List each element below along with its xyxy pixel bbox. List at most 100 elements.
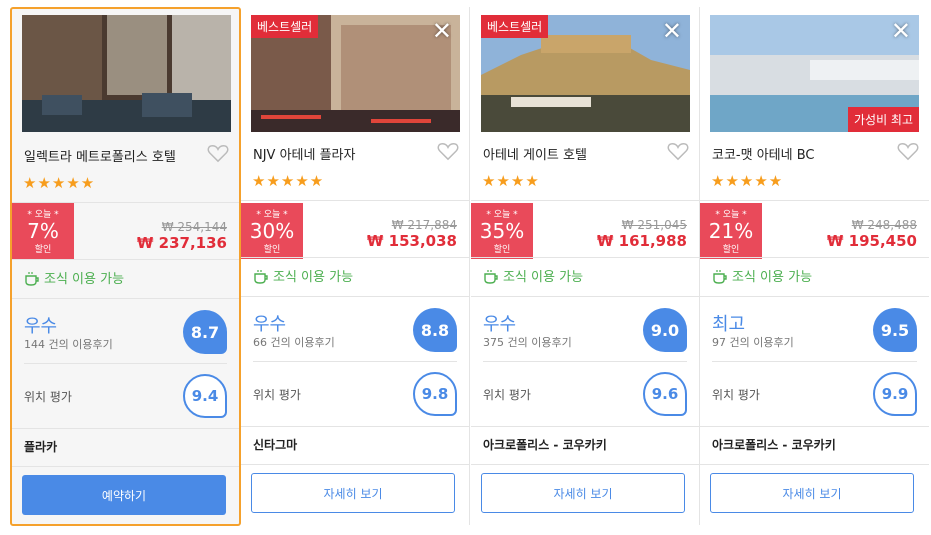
divider [12,259,239,260]
review-count[interactable]: 66 건의 이용후기 [253,334,335,350]
location-score: 9.6 [643,372,687,416]
neighborhood: 아크로폴리스 - 코우카키 [483,438,607,452]
hotel-card[interactable]: 베스트셀러 ✕ 아테네 게이트 호텔 ★★★★ * 오늘 * 35% 할인 ₩ … [471,7,700,525]
star-rating: ★★★★★ [252,172,325,190]
hotel-photo[interactable] [22,15,231,132]
close-icon[interactable]: ✕ [891,19,911,43]
hotel-photo[interactable]: 베스트셀러 ✕ [251,15,460,132]
neighborhood: 신타그마 [253,438,298,452]
discount-badge: * 오늘 * 21% 할인 [700,203,762,259]
breakfast-label: 조식 이용 가능 [503,270,584,285]
divider [700,296,929,297]
hotel-comparison: 일렉트라 메트로폴리스 호텔 ★★★★★ * 오늘 * 7% 할인 ₩ 254,… [0,0,931,535]
discount-badge: * 오늘 * 7% 할인 [12,203,74,259]
breakfast-info: 조식 이용 가능 [253,266,353,285]
original-price: ₩ 248,488 [851,218,917,232]
coffee-cup-icon [25,271,39,286]
deal-off-label: 할인 [34,245,52,255]
hotel-photo[interactable]: 베스트셀러 ✕ [481,15,690,132]
breakfast-label: 조식 이용 가능 [732,270,813,285]
divider [471,257,699,258]
divider [241,296,469,297]
divider [24,363,227,364]
hotel-photo[interactable]: ✕ 가성비 최고 [710,15,919,132]
divider [700,464,929,465]
bestseller-badge: 베스트셀러 [481,15,549,38]
favorite-heart-icon[interactable] [437,141,459,161]
rating-word: 우수 [253,314,287,335]
review-score: 8.7 [183,310,227,354]
deal-percent: 35% [479,219,525,243]
sale-price: ₩ 153,038 [366,232,457,250]
star-rating: ★★★★ [482,172,540,190]
favorite-heart-icon[interactable] [207,143,229,163]
review-count[interactable]: 144 건의 이용후기 [24,336,113,352]
hotel-card[interactable]: 베스트셀러 ✕ NJV 아테네 플라자 ★★★★★ * 오늘 * 30% 할인 … [241,7,470,525]
rating-word: 최고 [712,314,746,335]
book-button[interactable]: 예약하기 [22,475,226,515]
breakfast-info: 조식 이용 가능 [712,266,812,285]
location-score: 9.8 [413,372,457,416]
divider [12,298,239,299]
location-rating-label: 위치 평가 [712,388,760,402]
favorite-heart-icon[interactable] [667,141,689,161]
neighborhood: 플라카 [24,440,58,454]
divider [471,200,699,201]
deal-off-label: 할인 [493,245,511,255]
location-rating-label: 위치 평가 [483,388,531,402]
divider [12,428,239,429]
coffee-cup-icon [713,269,727,284]
location-score: 9.4 [183,374,227,418]
coffee-cup-icon [254,269,268,284]
neighborhood: 아크로폴리스 - 코우카키 [712,438,836,452]
divider [471,464,699,465]
review-score: 9.0 [643,308,687,352]
close-icon[interactable]: ✕ [662,19,682,43]
deal-off-label: 할인 [263,245,281,255]
deal-off-label: 할인 [722,245,740,255]
divider [241,464,469,465]
sale-price: ₩ 161,988 [596,232,687,250]
divider [253,361,457,362]
breakfast-label: 조식 이용 가능 [273,270,354,285]
close-icon[interactable]: ✕ [432,19,452,43]
divider [471,426,699,427]
deal-percent: 30% [249,219,295,243]
review-count[interactable]: 375 건의 이용후기 [483,334,572,350]
divider [241,257,469,258]
view-details-button[interactable]: 자세히 보기 [710,473,914,513]
hotel-name[interactable]: NJV 아테네 플라자 [253,144,355,163]
hotel-name[interactable]: 아테네 게이트 호텔 [483,144,587,163]
deal-percent: 21% [708,219,754,243]
divider [483,361,687,362]
discount-badge: * 오늘 * 35% 할인 [471,203,533,259]
review-score: 9.5 [873,308,917,352]
divider [700,257,929,258]
breakfast-info: 조식 이용 가능 [483,266,583,285]
favorite-heart-icon[interactable] [897,141,919,161]
sale-price: ₩ 195,450 [826,232,917,250]
location-rating-label: 위치 평가 [253,388,301,402]
divider [471,296,699,297]
hotel-card[interactable]: 일렉트라 메트로폴리스 호텔 ★★★★★ * 오늘 * 7% 할인 ₩ 254,… [10,7,241,526]
divider [12,466,239,467]
star-rating: ★★★★★ [711,172,784,190]
divider [712,361,917,362]
bestseller-badge: 베스트셀러 [251,15,319,38]
breakfast-info: 조식 이용 가능 [24,268,124,287]
breakfast-label: 조식 이용 가능 [44,272,125,287]
location-rating-label: 위치 평가 [24,390,72,404]
deal-percent: 7% [27,219,59,243]
divider [700,426,929,427]
review-score: 8.8 [413,308,457,352]
review-count[interactable]: 97 건의 이용후기 [712,334,794,350]
view-details-button[interactable]: 자세히 보기 [481,473,685,513]
divider [241,426,469,427]
hotel-card[interactable]: ✕ 가성비 최고 코코-맷 아테네 BC ★★★★★ * 오늘 * 21% 할인… [700,7,929,525]
hotel-name[interactable]: 코코-맷 아테네 BC [712,144,814,163]
view-details-button[interactable]: 자세히 보기 [251,473,455,513]
rating-word: 우수 [483,314,517,335]
original-price: ₩ 217,884 [391,218,457,232]
hotel-name[interactable]: 일렉트라 메트로폴리스 호텔 [24,146,176,165]
original-price: ₩ 254,144 [161,220,227,234]
